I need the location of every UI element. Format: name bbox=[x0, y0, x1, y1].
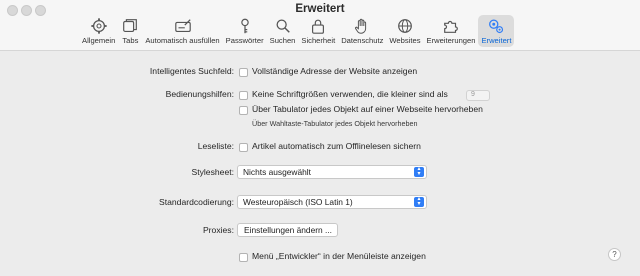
min-font-size-text: Keine Schriftgrößen verwenden, die klein… bbox=[252, 89, 448, 99]
puzzle-icon bbox=[444, 20, 458, 33]
encoding-row: Standardcodierung: Westeuropäisch (ISO L… bbox=[0, 195, 640, 211]
tab-label: Sicherheit bbox=[301, 36, 336, 45]
stylesheet-row: Stylesheet: Nichts ausgewählt ▴ ▾ bbox=[0, 165, 640, 181]
tab-erweitert[interactable]: Erweitert bbox=[478, 15, 515, 47]
show-full-address-checkbox[interactable] bbox=[239, 68, 248, 77]
tab-highlight-hint-row: Über Wahltaste-Tabulator jedes Objekt he… bbox=[0, 118, 640, 134]
preferences-window: Erweitert Allgemein Tabs Automatisch aus… bbox=[0, 0, 640, 276]
offline-reading-checkbox[interactable] bbox=[239, 143, 248, 152]
help-button[interactable]: ? bbox=[608, 248, 621, 261]
autofill-icon bbox=[174, 19, 191, 32]
globe-icon bbox=[398, 19, 412, 33]
tab-sicherheit[interactable]: Sicherheit bbox=[298, 15, 338, 47]
tab-label: Allgemein bbox=[82, 36, 116, 45]
select-arrows-icon: ▴ ▾ bbox=[414, 166, 424, 177]
encoding-select[interactable]: Westeuropäisch (ISO Latin 1) ▴ ▾ bbox=[237, 195, 427, 209]
tab-passwoerter[interactable]: Passwörter bbox=[223, 15, 267, 47]
tab-suchen[interactable]: Suchen bbox=[267, 15, 299, 47]
gear-icon bbox=[91, 18, 107, 34]
min-font-size-checkbox[interactable] bbox=[239, 91, 248, 100]
lock-icon bbox=[312, 19, 325, 34]
search-icon bbox=[276, 19, 290, 33]
tab-label: Erweiterungen bbox=[426, 36, 476, 45]
tab-allgemein[interactable]: Allgemein bbox=[79, 15, 118, 47]
proxies-row: Proxies: Einstellungen ändern ... bbox=[0, 223, 640, 239]
min-font-size-value: 9 bbox=[471, 91, 475, 98]
proxies-label: Proxies: bbox=[202, 225, 234, 235]
show-full-address-text: Vollständige Adresse der Website anzeige… bbox=[252, 66, 418, 76]
tab-label: Suchen bbox=[269, 36, 296, 45]
tab-label: Automatisch ausfüllen bbox=[145, 36, 220, 45]
change-proxy-settings-button[interactable]: Einstellungen ändern ... bbox=[237, 223, 338, 237]
tab-erweiterungen[interactable]: Erweiterungen bbox=[424, 15, 479, 47]
tab-label: Datenschutz bbox=[341, 36, 384, 45]
tab-highlight-text: Über Tabulator jedes Objekt auf einer We… bbox=[252, 104, 483, 114]
select-arrows-icon: ▴ ▾ bbox=[414, 196, 424, 207]
min-font-size-select[interactable]: 9 bbox=[466, 90, 490, 101]
reading-list-row: Leseliste: Artikel automatisch zum Offli… bbox=[0, 140, 640, 156]
key-icon bbox=[240, 18, 249, 34]
window-title: Erweitert bbox=[295, 3, 345, 15]
smart-search-row: Intelligentes Suchfeld: Vollständige Adr… bbox=[0, 65, 640, 81]
tab-highlight-hint: Über Wahltaste-Tabulator jedes Objekt he… bbox=[252, 119, 418, 128]
tab-label: Tabs bbox=[122, 36, 139, 45]
tabs-icon bbox=[123, 19, 138, 32]
tab-datenschutz[interactable]: Datenschutz bbox=[338, 15, 386, 47]
offline-reading-text: Artikel automatisch zum Offlinelesen sic… bbox=[252, 141, 421, 151]
stylesheet-select[interactable]: Nichts ausgewählt ▴ ▾ bbox=[237, 165, 427, 179]
hand-icon bbox=[355, 18, 367, 34]
developer-menu-text: Menü „Entwickler“ in der Menüleiste anze… bbox=[252, 251, 426, 261]
stylesheet-label: Stylesheet: bbox=[191, 167, 234, 177]
tab-label: Websites bbox=[389, 36, 421, 45]
tab-autofill[interactable]: Automatisch ausfüllen bbox=[142, 15, 222, 47]
accessibility-label: Bedienungshilfen: bbox=[165, 89, 234, 99]
stylesheet-value: Nichts ausgewählt bbox=[243, 167, 311, 177]
smart-search-label: Intelligentes Suchfeld: bbox=[149, 66, 234, 76]
tab-websites[interactable]: Websites bbox=[386, 15, 423, 47]
toolbar: Erweitert Allgemein Tabs Automatisch aus… bbox=[0, 0, 640, 51]
encoding-label: Standardcodierung: bbox=[158, 197, 234, 207]
accessibility-row: Bedienungshilfen: Keine Schriftgrößen ve… bbox=[0, 88, 640, 104]
tab-label: Passwörter bbox=[225, 36, 264, 45]
developer-menu-row: Menü „Entwickler“ in der Menüleiste anze… bbox=[0, 250, 640, 266]
encoding-value: Westeuropäisch (ISO Latin 1) bbox=[243, 197, 353, 207]
gears-icon bbox=[489, 19, 504, 34]
tab-tabs[interactable]: Tabs bbox=[118, 15, 142, 47]
tab-label: Erweitert bbox=[481, 36, 512, 45]
preferences-tabs: Allgemein Tabs Automatisch ausfüllen Pas… bbox=[79, 15, 515, 48]
tab-highlight-row: Über Tabulator jedes Objekt auf einer We… bbox=[0, 103, 640, 119]
developer-menu-checkbox[interactable] bbox=[239, 253, 248, 262]
tab-highlight-checkbox[interactable] bbox=[239, 106, 248, 115]
reading-list-label: Leseliste: bbox=[197, 141, 234, 151]
